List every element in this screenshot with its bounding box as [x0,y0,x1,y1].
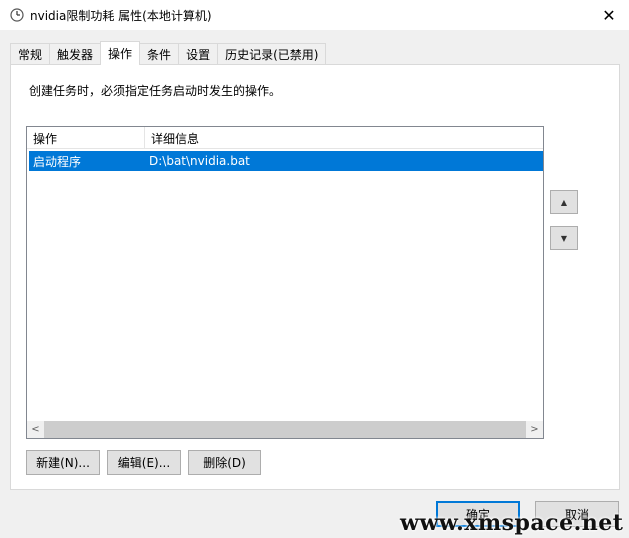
close-button[interactable]: ✕ [589,0,629,30]
horizontal-scrollbar[interactable]: < > [27,421,543,438]
edit-action-button[interactable]: 编辑(E)... [107,450,181,475]
title-bar: nvidia限制功耗 属性(本地计算机) ✕ [0,0,629,30]
tab-triggers[interactable]: 触发器 [49,43,102,64]
move-down-icon: ▼ [560,233,568,243]
tab-history[interactable]: 历史记录(已禁用) [217,43,327,64]
move-up-button[interactable]: ▲ [550,190,578,214]
column-header-action[interactable]: 操作 [27,127,145,149]
window-title: nvidia限制功耗 属性(本地计算机) [30,9,212,23]
scroll-left-icon[interactable]: < [27,421,44,438]
actions-list[interactable]: 操作 详细信息 启动程序 D:\bat\nvidia.bat < > [26,126,544,439]
list-item[interactable]: 启动程序 D:\bat\nvidia.bat [29,151,543,171]
scroll-right-icon[interactable]: > [526,421,543,438]
action-details: D:\bat\nvidia.bat [149,154,250,168]
new-action-button[interactable]: 新建(N)... [26,450,100,475]
scroll-track[interactable] [44,421,526,438]
scroll-thumb[interactable] [44,421,526,438]
watermark-text: www.xmspace.net [400,510,624,536]
tab-conditions[interactable]: 条件 [139,43,180,64]
tab-general[interactable]: 常规 [10,43,51,64]
close-icon: ✕ [602,5,616,25]
task-scheduler-clock-icon [10,8,24,22]
list-header: 操作 详细信息 [27,127,543,149]
tab-strip: 常规 触发器 操作 条件 设置 历史记录(已禁用) [10,41,327,65]
tab-actions[interactable]: 操作 [100,41,141,65]
tab-settings[interactable]: 设置 [178,43,219,64]
column-header-details[interactable]: 详细信息 [145,127,543,149]
actions-panel: 创建任务时，必须指定任务启动时发生的操作。 操作 详细信息 启动程序 D:\ba… [10,64,620,490]
move-up-icon: ▲ [560,197,568,207]
actions-description: 创建任务时，必须指定任务启动时发生的操作。 [29,84,282,98]
action-type: 启动程序 [33,154,82,169]
delete-action-button[interactable]: 删除(D) [188,450,261,475]
move-down-button[interactable]: ▼ [550,226,578,250]
